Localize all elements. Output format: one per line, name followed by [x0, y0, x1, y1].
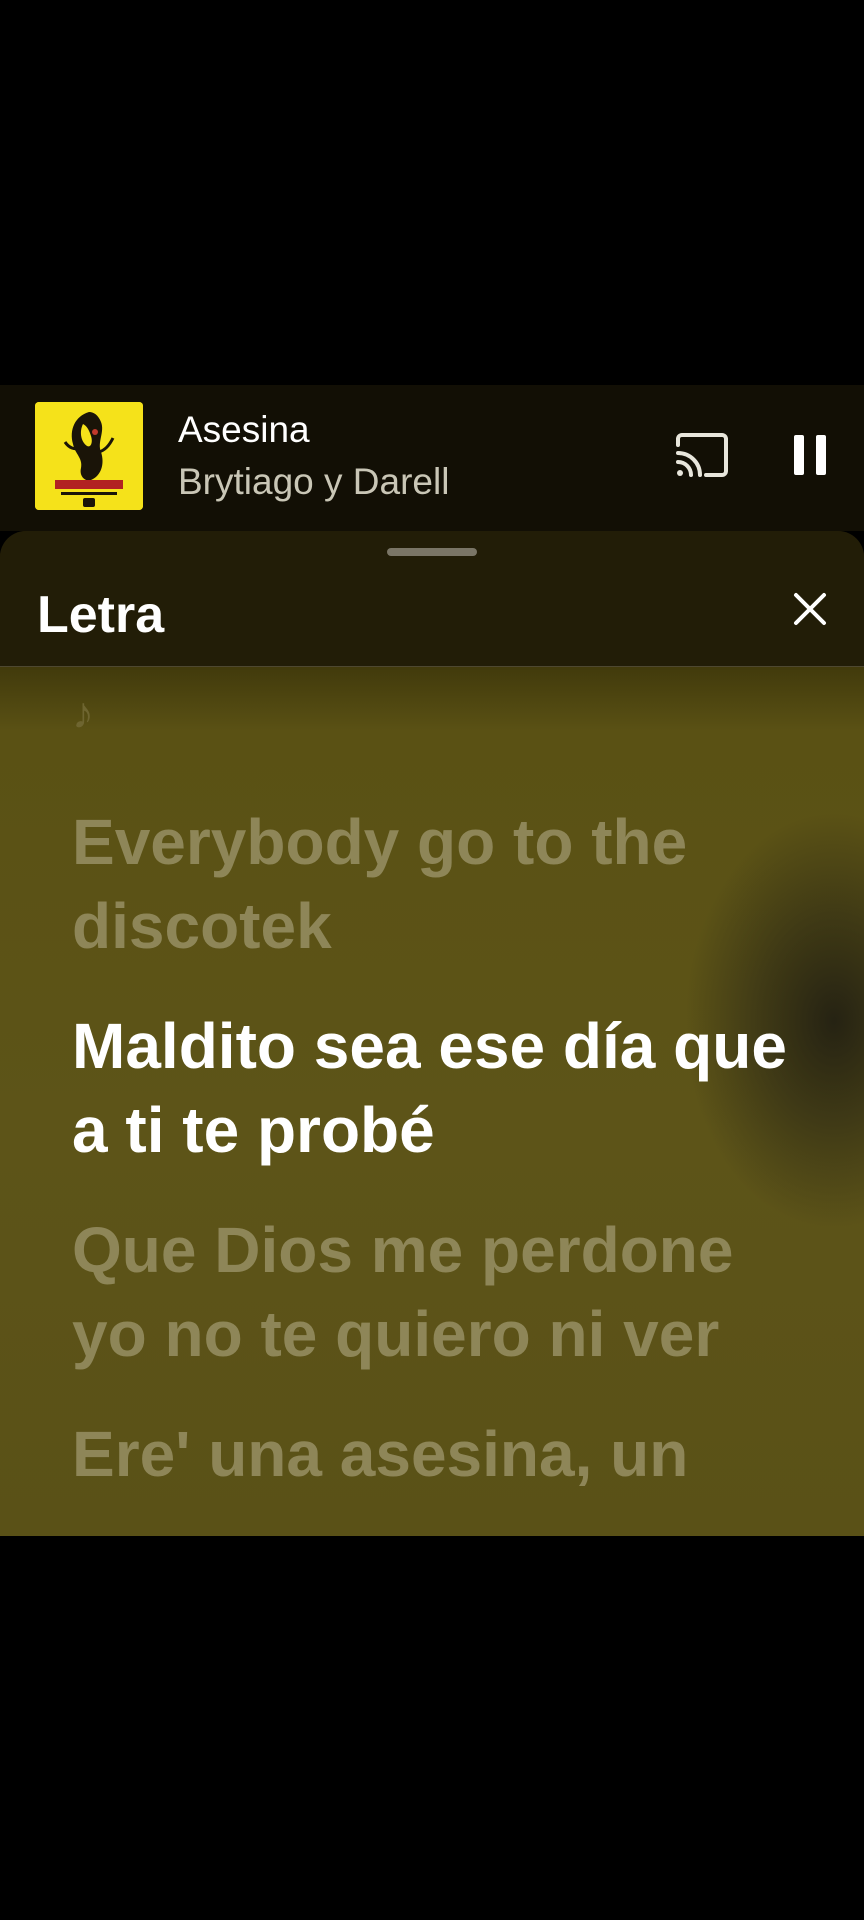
lyrics-sheet: Letra ♪ Everybody go to the discotek Mal…	[0, 531, 864, 1536]
sheet-title: Letra	[37, 586, 165, 644]
lyric-line[interactable]: Everybody go to the discotek	[72, 800, 812, 968]
lyric-line[interactable]: Que Dios me perdone yo no te quiero ni v…	[72, 1208, 812, 1376]
pause-icon	[794, 435, 826, 475]
lyric-line[interactable]: Ere' una asesina, un	[72, 1412, 812, 1496]
album-art[interactable]	[35, 402, 143, 510]
lyrics-screen: Asesina Brytiago y Darell Letra ♪ Everyb…	[0, 0, 864, 1920]
track-artist: Brytiago y Darell	[178, 461, 450, 502]
close-button[interactable]	[790, 589, 830, 629]
drag-handle[interactable]	[387, 548, 477, 556]
album-art-image	[35, 402, 143, 510]
lyric-line-active[interactable]: Maldito sea ese día que a ti te probé	[72, 1004, 812, 1172]
track-info[interactable]: Asesina Brytiago y Darell	[178, 407, 449, 507]
track-title: Asesina	[178, 409, 310, 450]
mini-player[interactable]: Asesina Brytiago y Darell	[0, 385, 864, 531]
cast-icon	[676, 433, 728, 477]
pause-button[interactable]	[790, 431, 830, 479]
music-note-icon: ♪	[72, 689, 94, 738]
lyrics-list[interactable]: ♪ Everybody go to the discotek Maldito s…	[72, 686, 812, 1536]
close-icon	[794, 593, 826, 625]
sheet-header: Letra	[0, 531, 864, 667]
cast-button[interactable]	[674, 431, 730, 479]
